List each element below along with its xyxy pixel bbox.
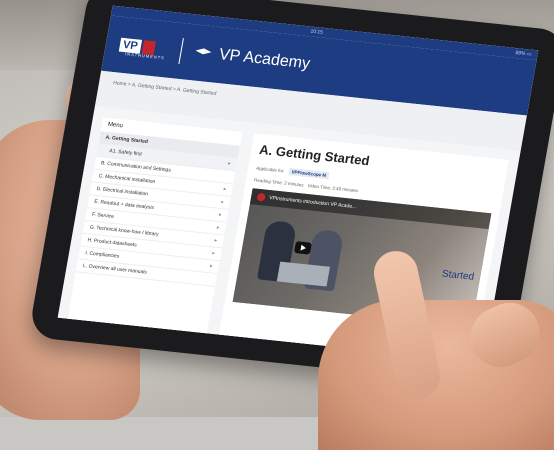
menu-item-label: D. Electrical installation	[96, 186, 149, 198]
reading-time: Reading Time: 2 minutes	[253, 177, 305, 188]
chevron-right-icon: ▸	[211, 250, 216, 257]
menu-item-label: H. Product datasheets	[86, 237, 138, 249]
sidebar-menu: Menu A. Getting Started A1. Safety first…	[63, 117, 243, 359]
graduation-cap-icon	[194, 48, 212, 60]
page-title: A. Getting Started	[258, 141, 371, 169]
chevron-right-icon: ▸	[220, 199, 225, 206]
channel-avatar-icon	[256, 192, 266, 202]
chevron-right-icon: ▸	[218, 211, 223, 219]
menu-item-label: A. Getting Started	[105, 134, 149, 146]
menu-item-label: I. Compliancies	[84, 250, 120, 260]
chevron-right-icon: ▸	[223, 186, 227, 193]
play-icon[interactable]	[293, 241, 312, 255]
chevron-right-icon: ▸	[216, 224, 220, 231]
menu-item-label: F. Service	[91, 211, 115, 220]
site-title[interactable]: VP Academy	[217, 46, 312, 73]
status-time: 10:15	[309, 28, 324, 36]
chevron-right-icon: ▸	[214, 237, 218, 244]
chevron-right-icon: ▸	[227, 160, 232, 167]
menu-item-label: L. Overview all user manuals	[82, 263, 148, 276]
header-divider	[177, 38, 184, 64]
status-right: 88% ▭	[514, 50, 533, 58]
applicable-label: Applicable for:	[255, 165, 286, 174]
chevron-right-icon: ▸	[209, 263, 214, 270]
video-time: Video Time: 2:40 minutes	[307, 183, 359, 194]
logo-subtitle: INSTRUMENTS	[124, 50, 166, 60]
product-tag[interactable]: VPFlowScope M	[287, 167, 330, 180]
menu-item-label: A1. Safety first	[108, 148, 143, 158]
